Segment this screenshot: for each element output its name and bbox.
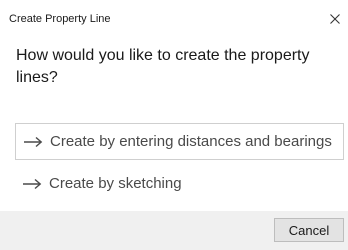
arrow-right-icon bbox=[23, 178, 42, 189]
arrow-right-icon bbox=[24, 136, 43, 147]
option-label: Create by entering distances and bearing… bbox=[50, 133, 332, 150]
dialog-title: Create Property Line bbox=[9, 13, 111, 25]
option-label: Create by sketching bbox=[49, 175, 182, 192]
close-icon bbox=[330, 14, 340, 24]
option-create-by-distances-bearings[interactable]: Create by entering distances and bearing… bbox=[15, 123, 344, 160]
option-create-by-sketching[interactable]: Create by sketching bbox=[15, 165, 344, 202]
cancel-button[interactable]: Cancel bbox=[274, 218, 344, 242]
dialog-prompt: How would you like to create the propert… bbox=[16, 47, 310, 86]
create-property-line-dialog: Create Property Line How would you like … bbox=[0, 0, 348, 250]
close-button[interactable] bbox=[322, 6, 348, 32]
dialog-footer: Cancel bbox=[0, 211, 348, 250]
title-bar: Create Property Line bbox=[0, 0, 348, 34]
